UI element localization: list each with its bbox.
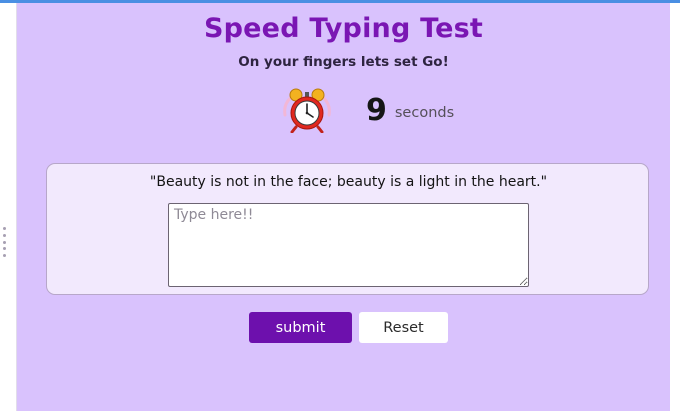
resize-handle[interactable] bbox=[3, 227, 7, 257]
page-subtitle: On your fingers lets set Go! bbox=[238, 54, 449, 70]
page-title: Speed Typing Test bbox=[204, 13, 483, 44]
submit-button[interactable]: submit bbox=[249, 312, 352, 343]
timer-unit: seconds bbox=[394, 105, 455, 121]
typing-input[interactable] bbox=[168, 203, 529, 287]
timer-value: 9 bbox=[366, 92, 387, 128]
timer: 9 seconds bbox=[279, 87, 454, 133]
right-gutter bbox=[670, 3, 680, 411]
typing-test-app: Speed Typing Test On your fingers lets s… bbox=[17, 3, 670, 411]
quote-card: "Beauty is not in the face; beauty is a … bbox=[46, 163, 649, 295]
quote-text: "Beauty is not in the face; beauty is a … bbox=[149, 174, 548, 190]
alarm-clock-icon bbox=[283, 88, 331, 133]
side-panel-gutter bbox=[0, 3, 17, 411]
reset-button[interactable]: Reset bbox=[359, 312, 448, 343]
